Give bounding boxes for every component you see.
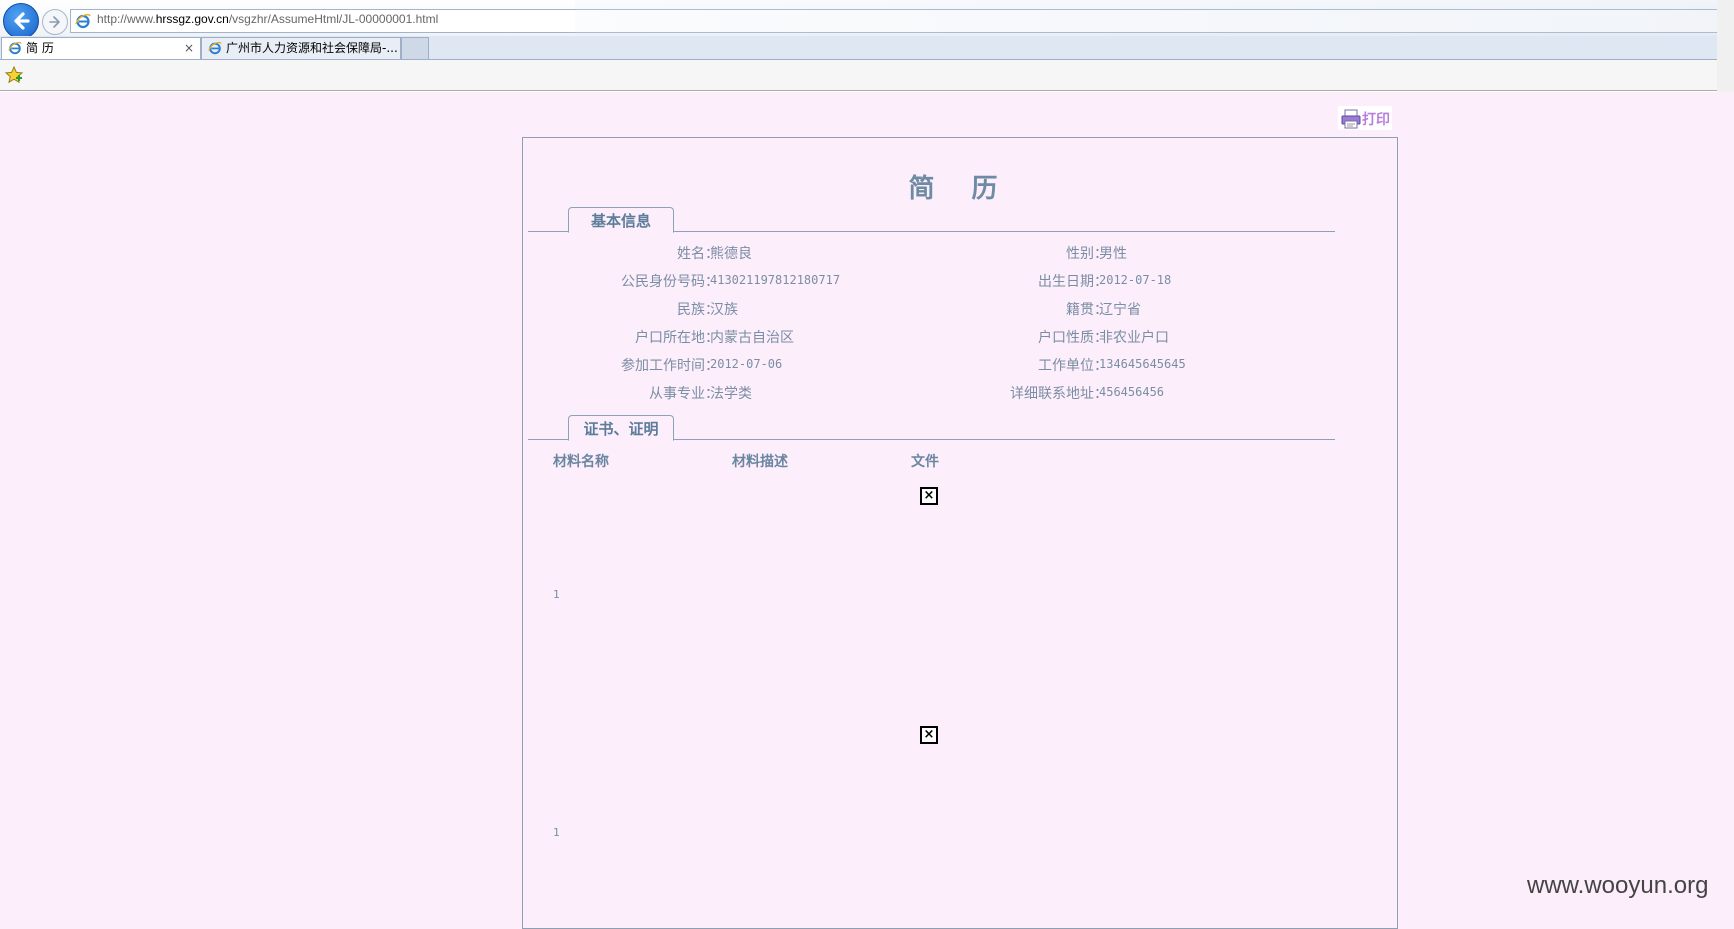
url-path: /vsgzhr/AssumeHtml/JL-00000001.html [228,12,439,26]
forward-arrow-icon [49,16,60,28]
hukou-location-label: 户口所在地： [635,330,719,346]
employer-label: 工作单位： [1038,358,1108,374]
employer-value: 134645645645 [1099,357,1186,371]
tab-hrss[interactable]: 广州市人力资源和社会保障局-... [201,37,401,59]
navigation-bar: http://www.hrssgz.gov.cn/vsgzhr/AssumeHt… [0,0,1734,40]
ie-tab-icon [208,41,222,55]
url-prefix: http://www. [97,12,156,26]
tab-label: 广州市人力资源和社会保障局-... [226,41,398,55]
hukou-type-value: 非农业户口 [1099,330,1169,346]
id-number-value: 413021197812180717 [710,273,841,287]
ie-page-icon [75,14,91,29]
tab-close-icon[interactable]: × [184,38,194,58]
tab-bar: 简 历 × 广州市人力资源和社会保障局-... [0,36,1734,60]
address-label: 详细联系地址： [1010,386,1108,402]
gender-value: 男性 [1099,246,1127,262]
column-header-file: 文件 [911,454,939,470]
resume-sheet: 简 历 基本信息 姓名： 熊德良 公民身份号码： 413021197812180… [522,137,1398,929]
broken-image-icon[interactable]: × [920,487,938,505]
printer-icon [1341,109,1361,129]
tab-resume[interactable]: 简 历 × [1,37,201,59]
tab-label: 简 历 [26,41,54,55]
back-button[interactable] [3,3,39,39]
id-number-label: 公民身份号码： [621,274,719,290]
major-value: 法学类 [710,386,752,402]
page-title: 简 历 [908,174,1012,204]
column-header-material-name: 材料名称 [553,454,609,470]
watermark: www.wooyun.org [1527,872,1709,899]
name-value: 熊德良 [710,246,752,262]
row-material-name: 1 [553,588,560,601]
section-tab-certificates: 证书、证明 [568,415,674,441]
new-tab-button[interactable] [401,37,429,59]
native-place-value: 辽宁省 [1099,302,1141,318]
blurred-toolbar-area [575,0,1725,40]
column-header-material-desc: 材料描述 [732,454,788,470]
favorites-bar [0,60,1734,91]
hukou-type-label: 户口性质： [1038,330,1108,346]
forward-button[interactable] [42,9,68,35]
broken-image-icon[interactable]: × [920,726,938,744]
ethnicity-value: 汉族 [710,302,738,318]
favorites-star-icon[interactable] [4,65,24,85]
ie-tab-icon [8,41,22,55]
scrollbar-track[interactable] [1717,0,1734,92]
browser-chrome: http://www.hrssgz.gov.cn/vsgzhr/AssumeHt… [0,0,1734,92]
row-material-name: 1 [553,826,560,839]
work-start-value: 2012-07-06 [710,357,783,371]
back-arrow-icon [14,12,30,30]
section-tab-basic-info: 基本信息 [568,207,674,233]
birth-date-label: 出生日期： [1038,274,1108,290]
print-button[interactable]: 打印 [1338,106,1392,130]
url-domain: hrssgz.gov.cn [155,12,229,26]
print-label: 打印 [1362,112,1390,128]
address-value: 456456456 [1099,385,1165,399]
url-text[interactable]: http://www.hrssgz.gov.cn/vsgzhr/AssumeHt… [97,12,438,26]
birth-date-value: 2012-07-18 [1099,273,1172,287]
work-start-label: 参加工作时间： [621,358,719,374]
hukou-location-value: 内蒙古自治区 [710,330,794,346]
major-label: 从事专业： [649,386,719,402]
